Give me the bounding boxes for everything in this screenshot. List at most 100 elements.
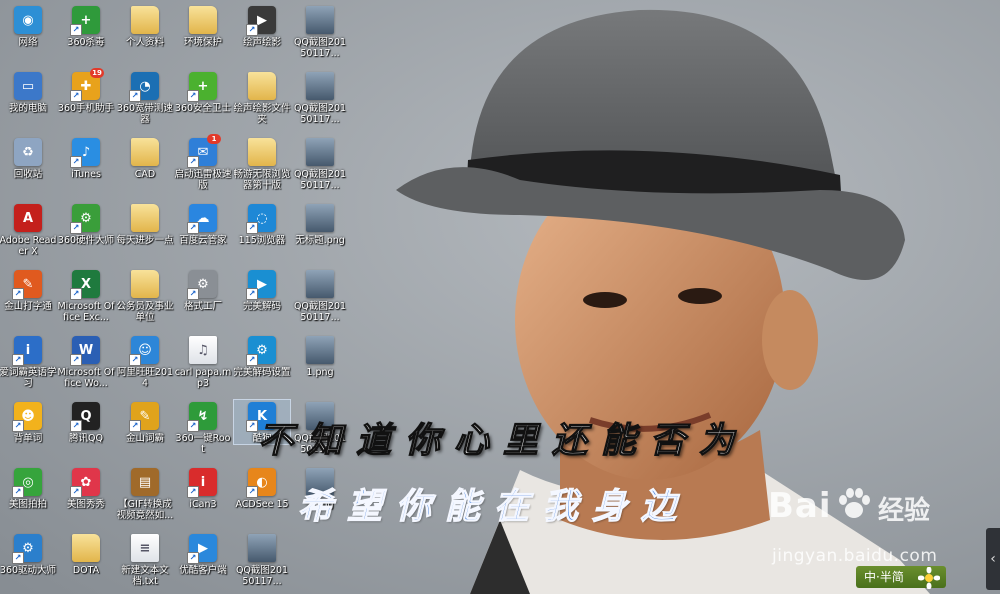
desktop-icon-label: 公务员及事业单位 <box>116 301 174 323</box>
desktop-icon[interactable]: i ↗ iCan3 <box>175 466 231 510</box>
desktop-icon[interactable]: ▭ 我的电脑 <box>0 70 56 114</box>
notification-badge: 19 <box>90 68 104 78</box>
desktop-icon[interactable]: 无标题.png <box>292 202 348 246</box>
side-panel-toggle[interactable]: ‹ <box>986 528 1000 590</box>
desktop-icon[interactable]: ✎ ↗ 金山打字通 <box>0 268 56 312</box>
desktop-icon[interactable]: ◐ ↗ ACDSee 15 <box>234 466 290 510</box>
desktop-icon[interactable]: W ↗ Microsoft Office Wo... <box>57 334 115 389</box>
desktop-icon[interactable]: X ↗ Microsoft Office Exc... <box>57 268 115 323</box>
decoder-icon: ▶ ↗ <box>246 270 276 300</box>
shortcut-arrow-icon: ↗ <box>187 420 199 432</box>
desktop-icon[interactable]: ≡ 新建文本文档.txt <box>117 532 173 587</box>
desktop-icon[interactable]: QQ截图20150117... <box>234 532 290 587</box>
desktop-icon[interactable]: ☻ ↗ 背单词 <box>0 400 56 444</box>
desktop-icon[interactable]: ⚙ ↗ 完美解码设置 <box>233 334 291 378</box>
powerword-icon: ✎ ↗ <box>129 402 159 432</box>
shortcut-arrow-icon: ↗ <box>70 420 82 432</box>
desktop-icon[interactable]: + ↗ 360安全卫士 <box>175 70 231 114</box>
desktop-icon[interactable]: QQ截图20150117... <box>292 136 348 191</box>
desktop-icon-label: 网络 <box>18 37 38 48</box>
desktop-icon[interactable]: ♪ ↗ iTunes <box>58 136 114 180</box>
thunder-icon: ✉ 1 ↗ <box>187 134 221 168</box>
folder-icon <box>189 6 217 34</box>
desktop-icon[interactable]: ▶ ↗ 优酷客户端 <box>175 532 231 576</box>
shortcut-arrow-icon: ↗ <box>12 552 24 564</box>
shortcut-arrow-icon: ↗ <box>187 222 199 234</box>
shortcut-arrow-icon: ↗ <box>246 24 258 36</box>
desktop-icon[interactable]: ▶ ↗ 绘声绘影 <box>234 4 290 48</box>
desktop-icon[interactable]: ✚ 19 ↗ 360手机助手 <box>58 68 114 114</box>
desktop-icon[interactable]: ◌ ↗ 115浏览器 <box>234 202 290 246</box>
desktop-icon[interactable]: 个人资料 <box>117 4 173 48</box>
desktop-icon-label: 美图秀秀 <box>66 499 105 510</box>
desktop-icon[interactable]: ⚙ ↗ 360驱动大师 <box>0 532 56 576</box>
desktop-icon-label: 美图拍拍 <box>8 499 47 510</box>
desktop-icon-label: 360一键Root <box>175 433 231 455</box>
winrar-icon: ▤ <box>131 468 159 496</box>
desktop-icon[interactable]: 每天进步一点 <box>116 202 174 246</box>
ime-flower-icon <box>918 567 940 589</box>
vocabulary-icon: ☻ ↗ <box>12 402 42 432</box>
shortcut-arrow-icon: ↗ <box>70 90 82 102</box>
desktop-icon-label: 环境保护 <box>183 37 222 48</box>
desktop-icon[interactable]: 公务员及事业单位 <box>116 268 174 323</box>
desktop-icon[interactable]: 绘声绘影文件夹 <box>233 70 291 125</box>
desktop-icon[interactable]: Q ↗ 腾讯QQ <box>58 400 114 444</box>
image-file-icon <box>306 336 334 364</box>
desktop-icon[interactable]: + ↗ 360杀毒 <box>58 4 114 48</box>
lyric-line-1: 不知道你心里还能否为 <box>257 419 749 461</box>
shortcut-arrow-icon: ↗ <box>70 354 82 366</box>
desktop-icon[interactable]: ☺ ↗ 阿里旺旺2014 <box>117 334 173 389</box>
desktop-icon[interactable]: A Adobe Reader X <box>0 202 56 257</box>
desktop-icon-label: 【GIF转换成视频竟然如... <box>116 499 174 521</box>
desktop-icon[interactable]: ♫ carl papa.mp3 <box>175 334 231 389</box>
360-security-icon: + ↗ <box>187 72 217 102</box>
recycle-bin-icon: ♻ <box>14 138 42 166</box>
ime-status-bar[interactable]: 中·半简 <box>856 566 946 589</box>
baidu-paw-icon <box>839 488 870 518</box>
desktop-icon[interactable]: ◔ ↗ 360宽带测速器 <box>117 70 173 125</box>
itunes-icon: ♪ ↗ <box>70 138 100 168</box>
desktop-icon[interactable]: ⚙ ↗ 格式工厂 <box>175 268 231 312</box>
shortcut-arrow-icon: ↗ <box>187 552 199 564</box>
iciba-icon: i ↗ <box>12 336 42 366</box>
desktop-icon[interactable]: ▶ ↗ 完美解码 <box>234 268 290 312</box>
desktop-icon-label: 启动迅雷极速版 <box>174 169 232 191</box>
desktop-icon-label: 完美解码设置 <box>233 367 291 378</box>
excel-icon: X ↗ <box>70 270 100 300</box>
shortcut-arrow-icon: ↗ <box>129 354 141 366</box>
shortcut-arrow-icon: ↗ <box>246 354 258 366</box>
baidu-cloud-icon: ☁ ↗ <box>187 204 217 234</box>
desktop-icon[interactable]: QQ截图20150117... <box>292 268 348 323</box>
desktop-icon[interactable]: CAD <box>117 136 173 180</box>
desktop-icon[interactable]: ☁ ↗ 百度云管家 <box>175 202 231 246</box>
desktop-icon-label: 我的电脑 <box>8 103 47 114</box>
desktop-icon[interactable]: i ↗ 爱词霸英语学习 <box>0 334 57 389</box>
image-file-icon <box>306 138 334 166</box>
desktop-icon[interactable]: ⚙ ↗ 360硬件大师 <box>58 202 114 246</box>
desktop-icon[interactable]: ✉ 1 ↗ 启动迅雷极速版 <box>174 134 232 191</box>
desktop-icon[interactable]: DOTA <box>58 532 114 576</box>
desktop-icon[interactable]: 畅游无限浏览器第十版 <box>233 136 291 191</box>
watermark-brand: Bai <box>768 486 832 526</box>
desktop-icon[interactable]: ▤ 【GIF转换成视频竟然如... <box>117 466 173 521</box>
shortcut-arrow-icon: ↗ <box>70 222 82 234</box>
desktop-icon[interactable]: QQ截图20150117... <box>292 4 348 59</box>
desktop-icon[interactable]: QQ截图20150117... <box>292 70 348 125</box>
typing-icon: ✎ ↗ <box>12 270 42 300</box>
desktop-icon[interactable]: 环境保护 <box>175 4 231 48</box>
desktop-icon[interactable]: ◎ ↗ 美图拍拍 <box>0 466 56 510</box>
browser-115-icon: ◌ ↗ <box>246 204 276 234</box>
desktop-icon-label: 360驱动大师 <box>0 565 57 576</box>
desktop-icon-label: Microsoft Office Wo... <box>57 367 115 389</box>
desktop-icon[interactable]: ✎ ↗ 金山词霸 <box>117 400 173 444</box>
desktop-icon-label: QQ截图20150117... <box>293 37 347 59</box>
baidu-jingyan-watermark: Bai 经验 jingyan.baidu.com <box>768 486 958 566</box>
image-file-icon <box>306 6 334 34</box>
speed-test-icon: ◔ ↗ <box>129 72 159 102</box>
desktop-icon[interactable]: ✿ ↗ 美图秀秀 <box>58 466 114 510</box>
desktop-icon[interactable]: 1.png <box>292 334 348 378</box>
desktop-icon[interactable]: ↯ ↗ 360一键Root <box>175 400 231 455</box>
desktop-icon[interactable]: ♻ 回收站 <box>0 136 56 180</box>
desktop-icon[interactable]: ◉ 网络 <box>0 4 56 48</box>
